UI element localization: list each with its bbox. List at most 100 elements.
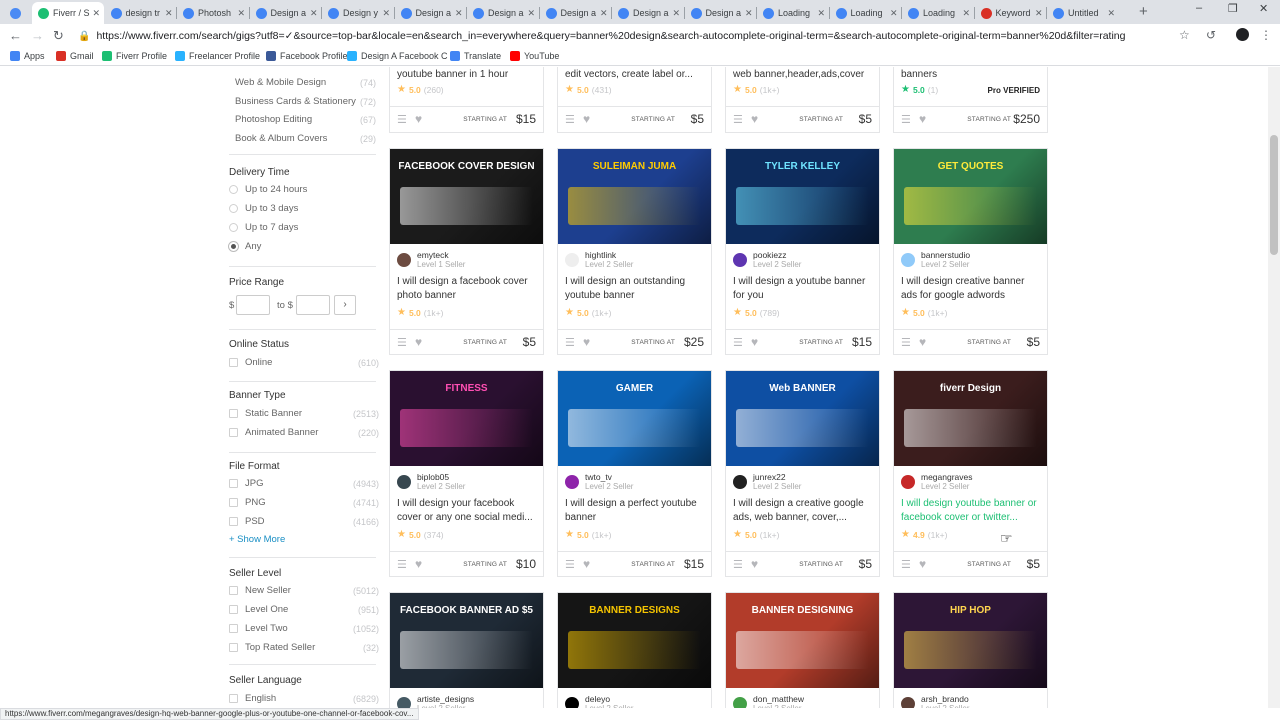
favorite-heart-icon[interactable]: ♥ <box>583 112 590 126</box>
browser-tab[interactable]: design tr ✕ <box>105 2 177 24</box>
gig-price[interactable]: $5 <box>1027 335 1040 349</box>
checkbox[interactable] <box>229 428 238 437</box>
filter-option[interactable]: Online (610) <box>229 357 379 368</box>
tab-close-icon[interactable]: ✕ <box>237 8 245 19</box>
tab-close-icon[interactable]: ✕ <box>382 8 390 19</box>
gig-price[interactable]: $5 <box>1027 557 1040 571</box>
browser-tab[interactable]: Loading ✕ <box>830 2 902 24</box>
favorite-heart-icon[interactable]: ♥ <box>415 112 422 126</box>
gig-price[interactable]: $5 <box>523 335 536 349</box>
bookmark-star-icon[interactable]: ☆ <box>1179 28 1190 42</box>
gig-thumbnail[interactable]: GET QUOTES <box>894 149 1047 244</box>
scrollbar-thumb[interactable] <box>1270 135 1278 255</box>
favorite-heart-icon[interactable]: ♥ <box>415 557 422 571</box>
tab-close-icon[interactable]: ✕ <box>817 8 825 19</box>
gig-card[interactable]: FACEBOOK COVER DESIGN emyteck Level 1 Sell… <box>389 148 544 355</box>
bookmark-item[interactable]: Facebook Profile <box>266 51 348 61</box>
gig-thumbnail[interactable]: GAMER <box>558 371 711 466</box>
tab-close-icon[interactable]: ✕ <box>1035 8 1043 19</box>
checkbox[interactable] <box>229 358 238 367</box>
close-window-icon[interactable]: ✕ <box>1259 2 1268 15</box>
gig-title[interactable]: I will design youtube banner or facebook… <box>901 497 1043 525</box>
gig-thumbnail[interactable]: fiverr Design <box>894 371 1047 466</box>
gig-card[interactable]: GAMER twto_tv Level 2 Seller I will design … <box>557 370 712 577</box>
gig-card[interactable]: youtube banner in 1 hour ★ 5.0 (260) ☰ ♥ START… <box>389 67 544 133</box>
price-apply-button[interactable]: › <box>334 295 356 315</box>
browser-tab[interactable]: Untitled ✕ <box>1047 2 1119 24</box>
gig-title[interactable]: I will design a perfect youtube banner <box>565 497 707 525</box>
gig-title[interactable]: I will design a creative google ads, web… <box>733 497 875 525</box>
address-bar[interactable]: 🔒 https://www.fiverr.com/search/gigs?utf… <box>78 26 1198 46</box>
seller-info[interactable]: artiste_designsLevel 2 Seller <box>397 694 474 708</box>
gig-thumbnail[interactable]: SULEIMAN JUMA <box>558 149 711 244</box>
bookmark-item[interactable]: Fiverr Profile <box>102 51 167 61</box>
gig-thumbnail[interactable]: FACEBOOK COVER DESIGN <box>390 149 543 244</box>
seller-name[interactable]: twto_tv <box>585 472 633 482</box>
restore-icon[interactable]: ❐ <box>1228 2 1238 15</box>
collections-menu-icon[interactable]: ☰ <box>901 113 911 126</box>
gig-card[interactable]: fiverr Design megangraves Level 2 Seller I … <box>893 370 1048 577</box>
gig-title[interactable]: banners <box>901 68 1043 82</box>
seller-name[interactable]: hightlink <box>585 250 633 260</box>
seller-info[interactable]: arsh_brandoLevel 2 Seller <box>901 694 969 708</box>
checkbox[interactable] <box>229 624 238 633</box>
filter-option[interactable]: Animated Banner (220) <box>229 427 379 438</box>
gig-thumbnail[interactable]: BANNER DESIGNING <box>726 593 879 688</box>
checkbox[interactable] <box>229 498 238 507</box>
checkbox[interactable] <box>229 409 238 418</box>
radio-button[interactable] <box>229 185 238 194</box>
favorite-heart-icon[interactable]: ♥ <box>919 335 926 349</box>
filter-option[interactable]: Up to 24 hours <box>229 184 379 195</box>
seller-info[interactable]: twto_tv Level 2 Seller <box>565 472 633 492</box>
gig-card[interactable]: web banner,header,ads,cover ★ 5.0 (1k+) ☰ ♥ ST… <box>725 67 880 133</box>
profile-icon[interactable] <box>1236 28 1249 41</box>
show-more-link[interactable]: + Show More <box>229 534 285 545</box>
bookmark-item[interactable]: Design A Facebook C <box>347 51 448 61</box>
bookmark-item[interactable]: YouTube <box>510 51 559 61</box>
browser-tab[interactable]: Design a ✕ <box>395 2 467 24</box>
checkbox[interactable] <box>229 605 238 614</box>
price-max-input[interactable] <box>296 295 330 315</box>
minimize-icon[interactable]: – <box>1196 2 1202 14</box>
gig-price[interactable]: $250 <box>1013 112 1040 126</box>
tab-close-icon[interactable]: ✕ <box>92 8 100 19</box>
browser-tab[interactable]: Design a ✕ <box>612 2 684 24</box>
filter-option[interactable]: Static Banner (2513) <box>229 408 379 419</box>
gig-card[interactable]: BANNER DESIGNING don_matthewLevel 2 Selle… <box>725 592 880 708</box>
seller-name[interactable]: don_matthew <box>753 694 804 704</box>
gig-thumbnail[interactable]: FITNESS <box>390 371 543 466</box>
seller-name[interactable]: deleyo <box>585 694 633 704</box>
gig-card[interactable]: HIP HOP arsh_brandoLevel 2 Seller <box>893 592 1048 708</box>
filter-option[interactable]: Up to 3 days <box>229 203 379 214</box>
gig-thumbnail[interactable]: BANNER DESIGNS <box>558 593 711 688</box>
seller-name[interactable]: junrex22 <box>753 472 801 482</box>
gig-card[interactable]: TYLER KELLEY pookiezz Level 2 Seller I will… <box>725 148 880 355</box>
collections-menu-icon[interactable]: ☰ <box>733 336 743 349</box>
gig-card[interactable]: FITNESS biplob05 Level 2 Seller I will desi… <box>389 370 544 577</box>
radio-button[interactable] <box>229 204 238 213</box>
seller-info[interactable]: hightlink Level 2 Seller <box>565 250 633 270</box>
gig-price[interactable]: $15 <box>516 112 536 126</box>
seller-info[interactable]: junrex22 Level 2 Seller <box>733 472 801 492</box>
collections-menu-icon[interactable]: ☰ <box>901 558 911 571</box>
category-link[interactable]: Book & Album Covers (29) <box>235 133 376 144</box>
checkbox[interactable] <box>229 694 238 703</box>
gig-price[interactable]: $5 <box>691 112 704 126</box>
bookmark-item[interactable]: Gmail <box>56 51 94 61</box>
filter-option[interactable]: Level Two (1052) <box>229 623 379 634</box>
collections-menu-icon[interactable]: ☰ <box>397 113 407 126</box>
collections-menu-icon[interactable]: ☰ <box>733 113 743 126</box>
seller-info[interactable]: deleyoLevel 2 Seller <box>565 694 633 708</box>
tab-close-icon[interactable]: ✕ <box>672 8 680 19</box>
category-link[interactable]: Business Cards & Stationery (72) <box>235 96 376 107</box>
collections-menu-icon[interactable]: ☰ <box>565 113 575 126</box>
collections-menu-icon[interactable]: ☰ <box>397 558 407 571</box>
browser-tab[interactable]: Loading ✕ <box>902 2 974 24</box>
browser-tab[interactable]: Keyword ✕ <box>975 2 1047 24</box>
category-link[interactable]: Web & Mobile Design (74) <box>235 77 376 88</box>
favorite-heart-icon[interactable]: ♥ <box>583 335 590 349</box>
collections-menu-icon[interactable]: ☰ <box>565 336 575 349</box>
tab-close-icon[interactable]: ✕ <box>165 8 173 19</box>
radio-button[interactable] <box>229 223 238 232</box>
tab-close-icon[interactable]: ✕ <box>455 8 463 19</box>
